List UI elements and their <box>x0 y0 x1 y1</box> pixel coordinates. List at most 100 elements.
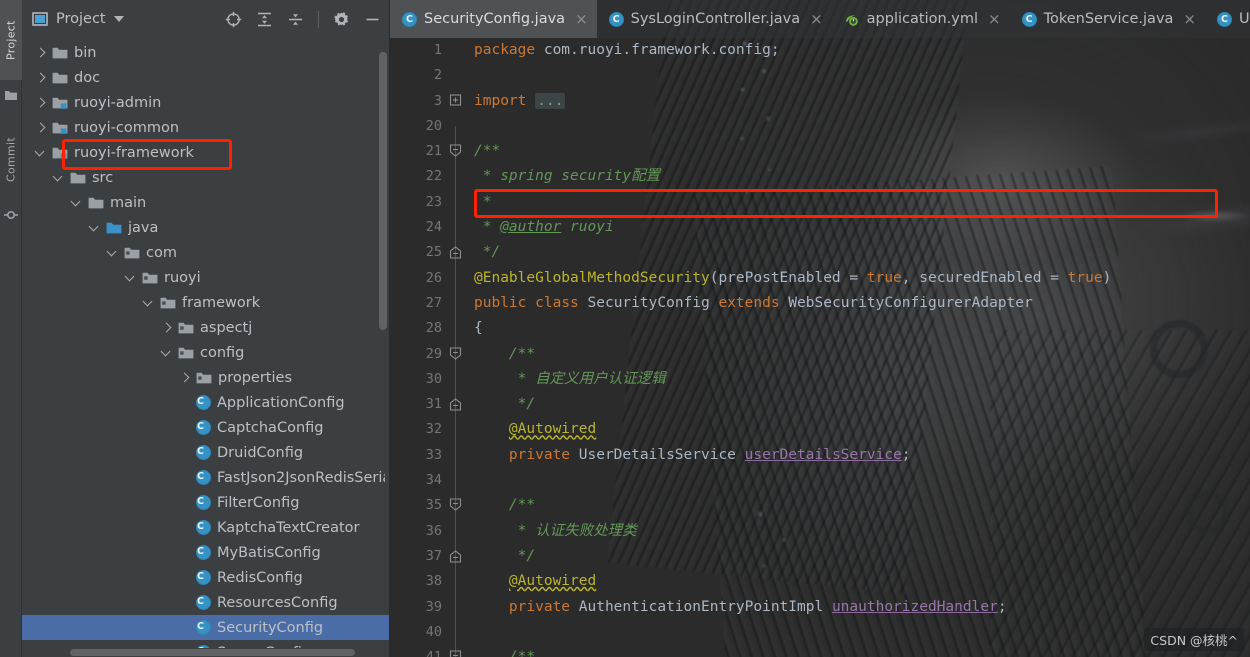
tree-row-captchaconfig[interactable]: C CaptchaConfig <box>22 415 389 440</box>
fold-end-icon[interactable] <box>449 544 462 569</box>
fold-end-icon[interactable] <box>449 240 462 265</box>
fold-minus-icon[interactable] <box>449 139 462 164</box>
collapse-all-icon[interactable] <box>287 11 304 28</box>
tree-row-ruoyi[interactable]: ruoyi <box>22 265 389 290</box>
tree-toggle-arrow[interactable] <box>70 196 84 210</box>
tree-toggle-arrow[interactable] <box>178 446 192 460</box>
minus-icon[interactable] <box>364 11 381 28</box>
tree-toggle-arrow[interactable] <box>106 246 120 260</box>
code-line[interactable]: * 认证失败处理类 <box>474 519 1250 544</box>
tree-toggle-arrow[interactable] <box>178 521 192 535</box>
code-line[interactable]: private AuthenticationEntryPointImpl una… <box>474 595 1250 620</box>
code-line[interactable]: /** <box>474 645 1250 657</box>
code-line[interactable] <box>474 468 1250 493</box>
editor-tab-application-yml[interactable]: application.yml × <box>832 0 1010 38</box>
fold-end-icon[interactable] <box>449 392 462 417</box>
code-line[interactable]: */ <box>474 544 1250 569</box>
tree-toggle-arrow[interactable] <box>34 71 48 85</box>
close-icon[interactable]: × <box>575 11 588 27</box>
editor-tab-us[interactable]: C Us <box>1205 0 1250 38</box>
tree-toggle-arrow[interactable] <box>178 596 192 610</box>
crosshair-target-icon[interactable] <box>225 11 242 28</box>
tree-row-aspectj[interactable]: aspectj <box>22 315 389 340</box>
tree-toggle-arrow[interactable] <box>178 571 192 585</box>
code-line[interactable] <box>474 114 1250 139</box>
tree-row-doc[interactable]: doc <box>22 65 389 90</box>
close-icon[interactable]: × <box>988 11 1001 27</box>
fold-minus-icon[interactable] <box>449 493 462 518</box>
code-line[interactable]: /** <box>474 493 1250 518</box>
tree-toggle-arrow[interactable] <box>124 271 138 285</box>
tree-toggle-arrow[interactable] <box>34 146 48 160</box>
tree-toggle-arrow[interactable] <box>34 96 48 110</box>
project-tree[interactable]: bin doc ruoyi-admin ruoyi-common ruoyi-frame… <box>22 38 389 648</box>
hscrollbar-thumb[interactable] <box>70 649 355 656</box>
code-line[interactable]: * 自定义用户认证逻辑 <box>474 367 1250 392</box>
tree-row-securityconfig[interactable]: C SecurityConfig <box>22 615 389 640</box>
tree-row-framework[interactable]: framework <box>22 290 389 315</box>
tree-toggle-arrow[interactable] <box>160 346 174 360</box>
code-line[interactable]: { <box>474 316 1250 341</box>
fold-minus-icon[interactable] <box>449 342 462 367</box>
tree-row-filterconfig[interactable]: C FilterConfig <box>22 490 389 515</box>
tree-toggle-arrow[interactable] <box>178 546 192 560</box>
tool-tab-commit[interactable]: Commit <box>0 118 22 200</box>
code-line[interactable]: public class SecurityConfig extends WebS… <box>474 291 1250 316</box>
code-line[interactable] <box>474 63 1250 88</box>
chevron-down-icon[interactable] <box>113 16 124 22</box>
code-line[interactable]: import ... <box>474 89 1250 114</box>
tree-toggle-arrow[interactable] <box>34 121 48 135</box>
tool-tab-project[interactable]: Project <box>0 0 22 80</box>
tree-toggle-arrow[interactable] <box>178 471 192 485</box>
code-line[interactable]: */ <box>474 392 1250 417</box>
tree-toggle-arrow[interactable] <box>178 421 192 435</box>
expand-all-icon[interactable] <box>256 11 273 28</box>
tree-toggle-arrow[interactable] <box>52 171 66 185</box>
code-line[interactable]: /** <box>474 139 1250 164</box>
code-line[interactable] <box>474 620 1250 645</box>
tree-row-kaptchatextcreator[interactable]: C KaptchaTextCreator <box>22 515 389 540</box>
code-content[interactable]: package com.ruoyi.framework.config; impo… <box>464 38 1250 657</box>
tree-toggle-arrow[interactable] <box>88 221 102 235</box>
code-line[interactable]: @Autowired <box>474 569 1250 594</box>
tree-row-ruoyi-framework[interactable]: ruoyi-framework <box>22 140 389 165</box>
tree-row-java[interactable]: java <box>22 215 389 240</box>
code-folding-column[interactable] <box>448 38 464 657</box>
code-line[interactable]: * <box>474 190 1250 215</box>
fold-minus-icon[interactable] <box>449 645 462 657</box>
tree-row-ruoyi-admin[interactable]: ruoyi-admin <box>22 90 389 115</box>
tree-row-druidconfig[interactable]: C DruidConfig <box>22 440 389 465</box>
close-icon[interactable]: × <box>810 11 823 27</box>
tree-row-fastjson2jsonredisserializer[interactable]: C FastJson2JsonRedisSerializer <box>22 465 389 490</box>
project-view-selector[interactable]: Project <box>32 11 124 27</box>
tree-toggle-arrow[interactable] <box>178 371 192 385</box>
tree-row-resourcesconfig[interactable]: C ResourcesConfig <box>22 590 389 615</box>
code-line[interactable]: package com.ruoyi.framework.config; <box>474 38 1250 63</box>
code-line[interactable]: * spring security配置 <box>474 164 1250 189</box>
code-line[interactable]: @EnableGlobalMethodSecurity(prePostEnabl… <box>474 266 1250 291</box>
editor-tab-tokenservice-java[interactable]: C TokenService.java × <box>1010 0 1205 38</box>
tree-toggle-arrow[interactable] <box>178 396 192 410</box>
tree-row-config[interactable]: config <box>22 340 389 365</box>
tree-row-applicationconfig[interactable]: C ApplicationConfig <box>22 390 389 415</box>
tree-toggle-arrow[interactable] <box>34 46 48 60</box>
tree-row-bin[interactable]: bin <box>22 40 389 65</box>
fold-plus-icon[interactable] <box>449 89 462 114</box>
tree-row-main[interactable]: main <box>22 190 389 215</box>
gear-icon[interactable] <box>333 11 350 28</box>
tree-row-serverconfig[interactable]: CServerConfig <box>22 640 389 648</box>
editor-tab-syslogincontroller-java[interactable]: C SysLoginController.java × <box>597 0 832 38</box>
close-icon[interactable]: × <box>1183 11 1196 27</box>
tree-row-ruoyi-common[interactable]: ruoyi-common <box>22 115 389 140</box>
tree-row-com[interactable]: com <box>22 240 389 265</box>
tree-row-properties[interactable]: properties <box>22 365 389 390</box>
code-line[interactable]: * @author ruoyi <box>474 215 1250 240</box>
code-line[interactable]: @Autowired <box>474 417 1250 442</box>
project-tree-vscrollbar[interactable] <box>379 52 387 330</box>
code-line[interactable]: private UserDetailsService userDetailsSe… <box>474 443 1250 468</box>
editor-tab-securityconfig-java[interactable]: C SecurityConfig.java × <box>390 0 597 38</box>
tree-toggle-arrow[interactable] <box>178 621 192 635</box>
tree-toggle-arrow[interactable] <box>142 296 156 310</box>
code-editor[interactable]: 1 2 3 20 21 22 23 24 25 26 27 28 29 30 31 32 33 34 35 36 37 3… <box>390 38 1250 657</box>
tree-row-mybatisconfig[interactable]: C MyBatisConfig <box>22 540 389 565</box>
